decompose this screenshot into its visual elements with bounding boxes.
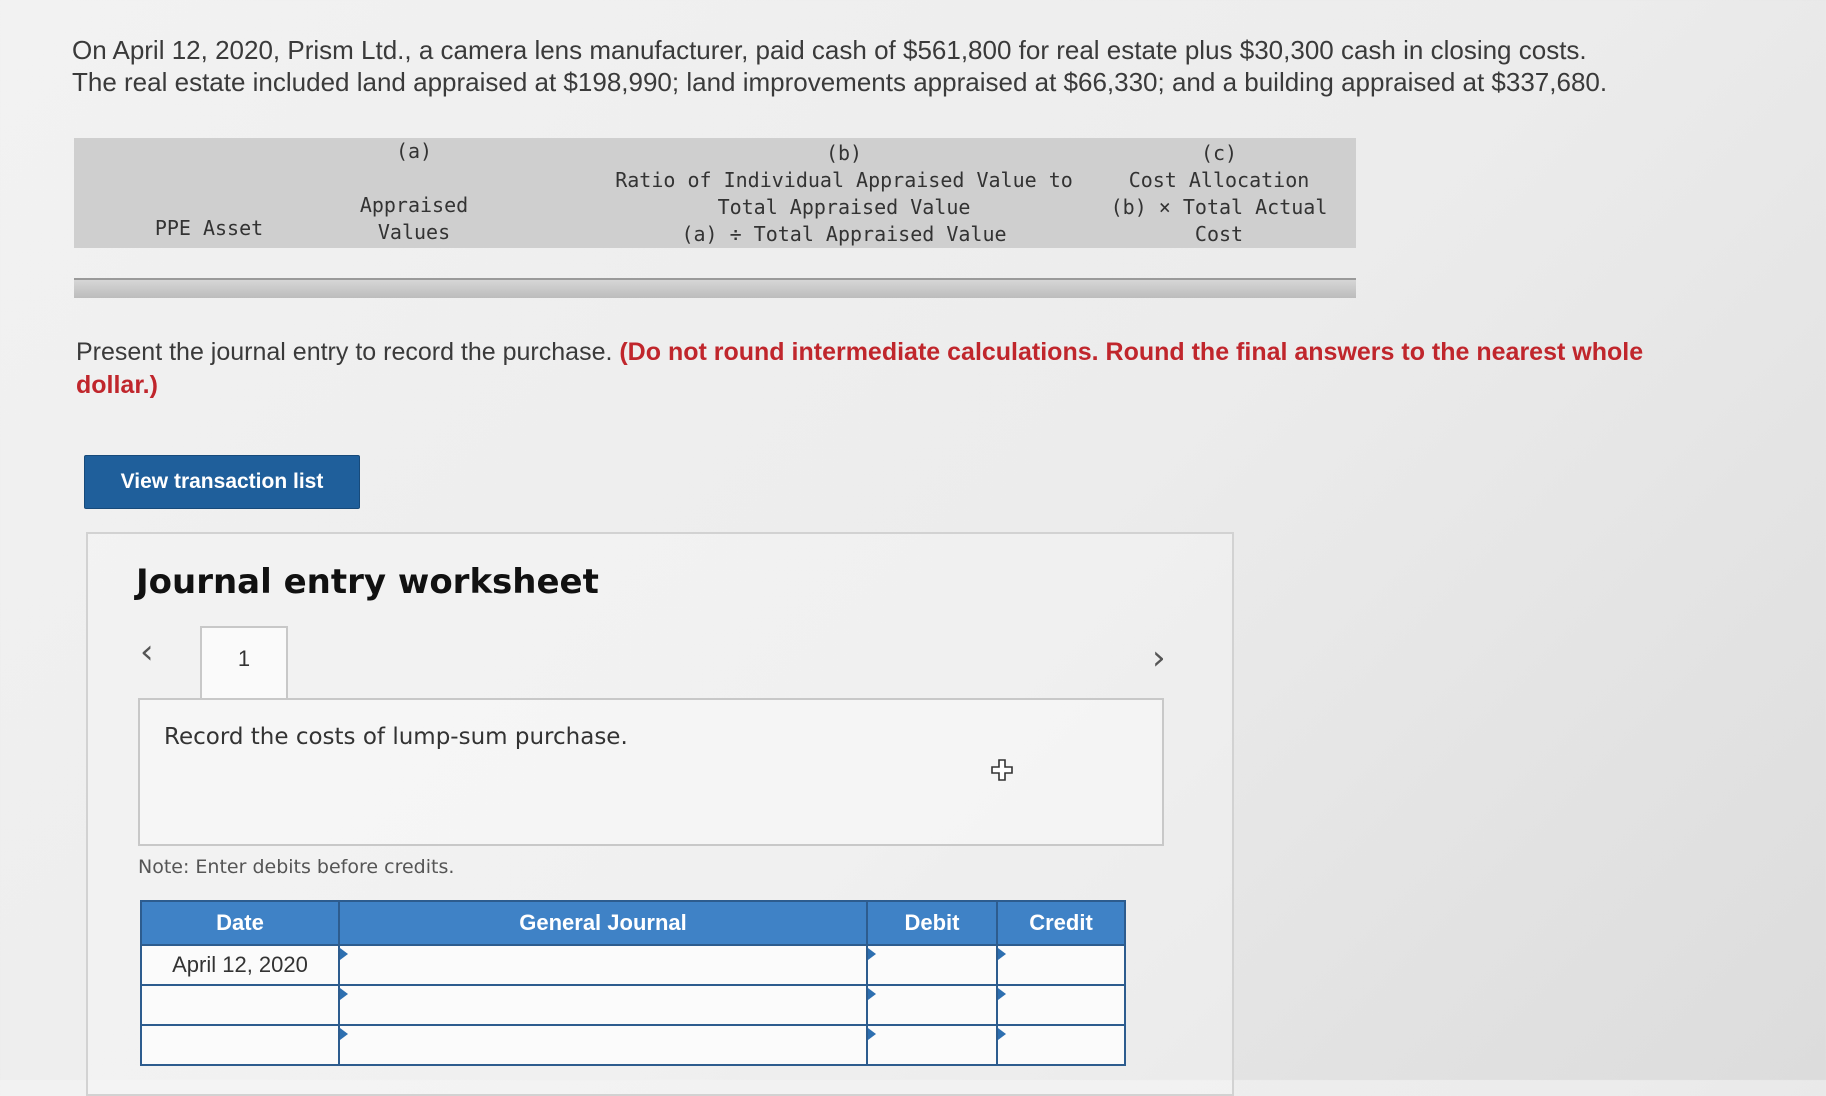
date-cell	[140, 1024, 340, 1066]
col-c-line2: (b) × Total Actual	[1110, 195, 1328, 219]
debit-input[interactable]	[866, 984, 998, 1026]
transaction-description-box: Record the costs of lump-sum purchase.	[138, 698, 1164, 846]
debit-input[interactable]	[866, 1024, 998, 1066]
chevron-left-icon[interactable]: ‹	[140, 632, 154, 672]
move-cursor-icon	[991, 759, 1013, 781]
date-cell: April 12, 2020	[140, 944, 340, 986]
credit-input[interactable]	[996, 984, 1126, 1026]
table-row	[140, 984, 1126, 1026]
table-row: April 12, 2020	[140, 944, 1126, 986]
problem-line-1: On April 12, 2020, Prism Ltd., a camera …	[72, 35, 1587, 65]
view-transaction-list-button[interactable]: View transaction list	[84, 455, 360, 509]
col-c-line1: Cost Allocation	[1128, 168, 1310, 192]
worksheet-tab-1[interactable]: 1	[200, 626, 288, 698]
header-credit: Credit	[996, 900, 1126, 946]
debit-input[interactable]	[866, 944, 998, 986]
col-a-line2: Values	[377, 220, 451, 244]
col-b-letter: (b)	[825, 141, 863, 165]
transaction-description: Record the costs of lump-sum purchase.	[164, 724, 628, 750]
account-input[interactable]	[338, 1024, 868, 1066]
problem-line-2: The real estate included land appraised …	[72, 67, 1608, 97]
col-cost-allocation: (c) Cost Allocation (b) × Total Actual C…	[1084, 138, 1354, 248]
instruction-text: Present the journal entry to record the …	[76, 336, 1676, 402]
worksheet-title: Journal entry worksheet	[136, 562, 599, 602]
allocation-table-header: PPE Asset (a) Appraised Values (b) Ratio…	[74, 138, 1356, 248]
header-debit: Debit	[866, 900, 998, 946]
col-ratio: (b) Ratio of Individual Appraised Value …	[514, 138, 1174, 248]
header-general-journal: General Journal	[338, 900, 868, 946]
credit-input[interactable]	[996, 944, 1126, 986]
journal-entry-worksheet: Journal entry worksheet ‹ 1 › Record the…	[86, 532, 1234, 1096]
journal-table: Date General Journal Debit Credit April …	[140, 900, 1126, 1066]
col-a-letter: (a)	[395, 139, 433, 163]
instruction-main: Present the journal entry to record the …	[76, 338, 620, 366]
date-cell	[140, 984, 340, 1026]
col-b-line3: (a) ÷ Total Appraised Value	[681, 222, 1007, 246]
col-c-letter: (c)	[1200, 141, 1238, 165]
problem-statement: On April 12, 2020, Prism Ltd., a camera …	[72, 34, 1712, 98]
col-a-line1: Appraised	[359, 193, 469, 217]
chevron-right-icon[interactable]: ›	[1152, 638, 1166, 678]
header-date: Date	[140, 900, 340, 946]
col-appraised-values: (a) Appraised Values	[314, 138, 514, 248]
col-b-line1: Ratio of Individual Appraised Value to	[615, 168, 1073, 192]
col-c-line3: Cost	[1194, 222, 1244, 246]
table-row	[140, 1024, 1126, 1066]
credit-input[interactable]	[996, 1024, 1126, 1066]
account-input[interactable]	[338, 984, 868, 1026]
account-input[interactable]	[338, 944, 868, 986]
col-ppe-asset: PPE Asset	[154, 216, 264, 240]
table-divider	[74, 278, 1356, 298]
debit-credit-note: Note: Enter debits before credits.	[138, 856, 455, 878]
col-b-line2: Total Appraised Value	[717, 195, 971, 219]
